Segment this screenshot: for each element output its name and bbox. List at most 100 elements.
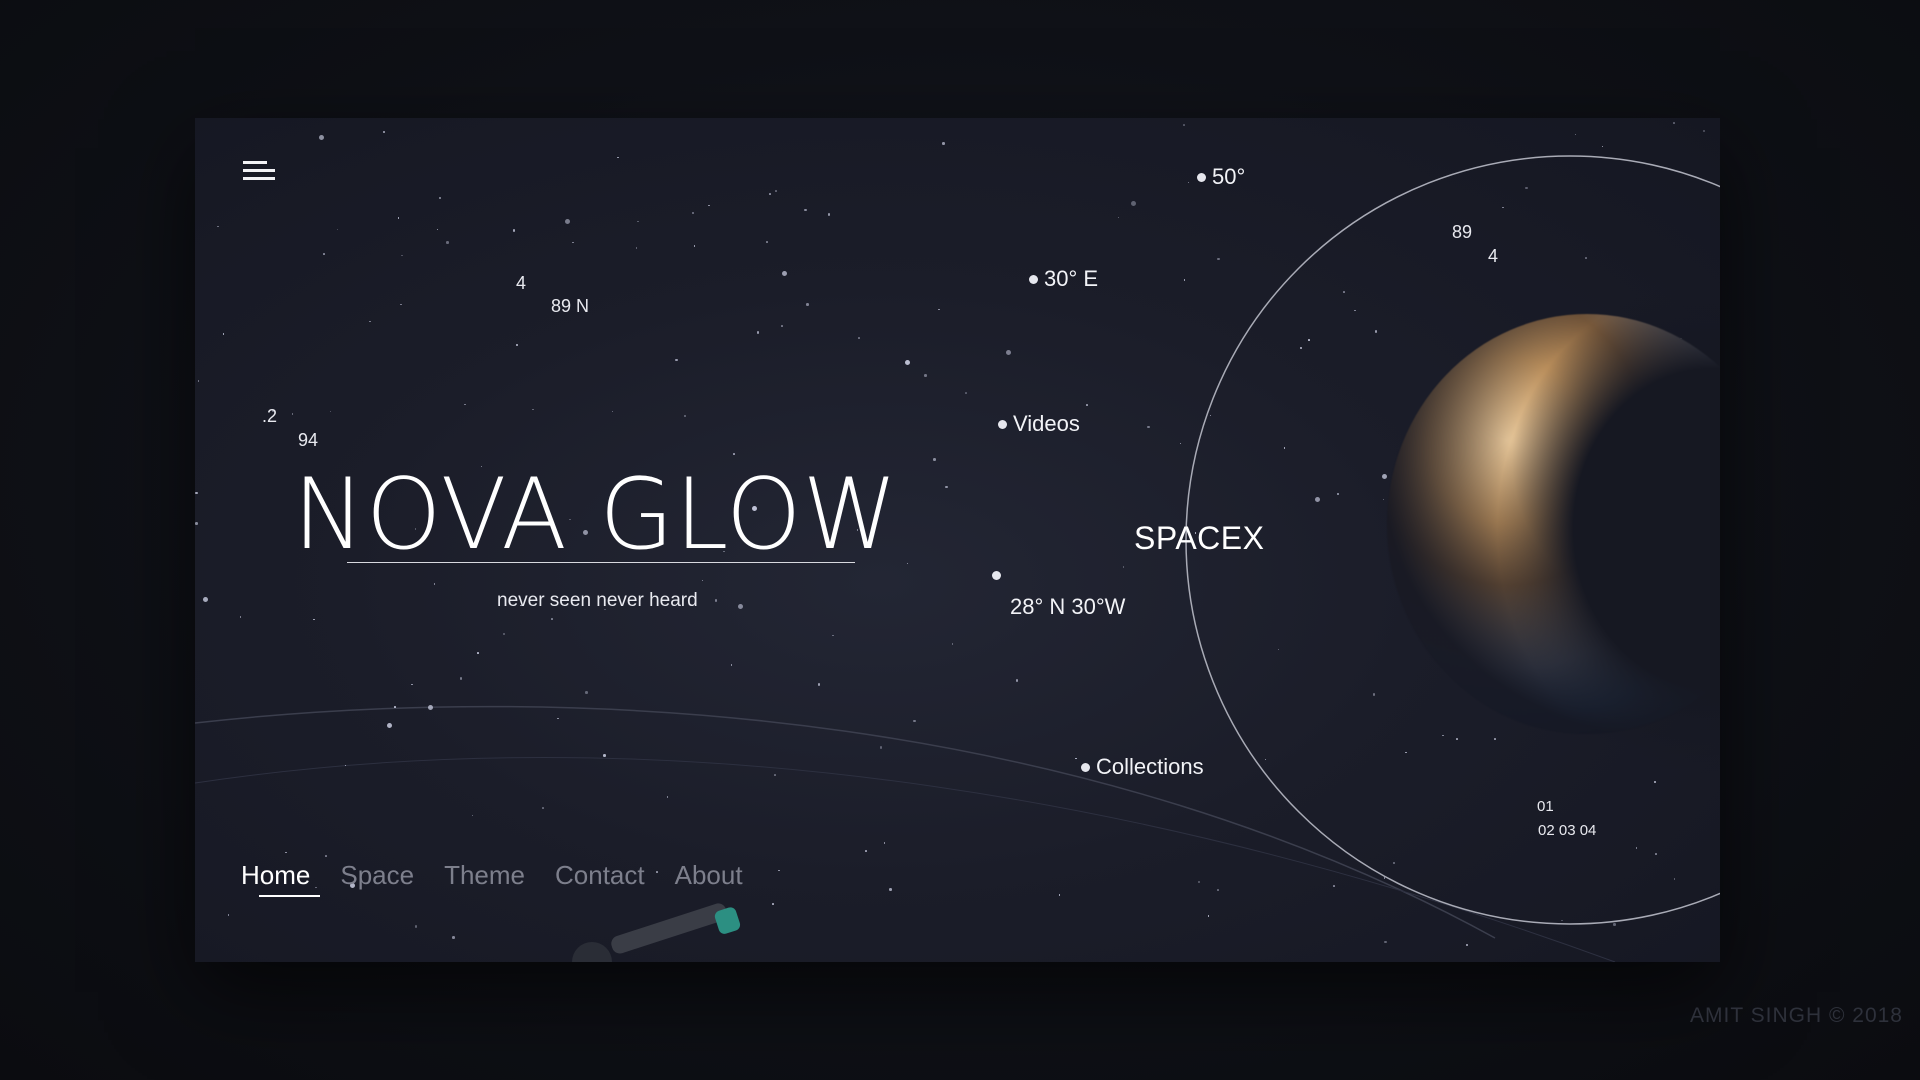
star: [603, 754, 606, 757]
star: [433, 583, 436, 585]
star: [637, 220, 639, 223]
star: [675, 358, 678, 362]
star: [227, 914, 230, 916]
nav-item-space[interactable]: Space: [340, 860, 414, 891]
star: [532, 408, 534, 411]
star: [369, 320, 371, 322]
brand-label[interactable]: SPACEX: [1134, 520, 1264, 557]
star: [585, 691, 588, 694]
star: [313, 618, 315, 620]
star: [387, 722, 393, 728]
hotspot-east[interactable]: 30° E: [1029, 266, 1098, 292]
star: [1494, 738, 1496, 740]
star: [557, 717, 559, 720]
star: [1207, 915, 1210, 917]
star: [806, 303, 809, 306]
coordinate-label: .2: [262, 406, 278, 426]
hotspot-videos[interactable]: Videos: [998, 411, 1080, 437]
star: [617, 156, 619, 159]
coordinate-label: 89: [1452, 222, 1473, 242]
star: [452, 936, 455, 939]
star: [1333, 885, 1335, 887]
star: [775, 190, 777, 192]
pager-current[interactable]: 01: [1537, 798, 1554, 815]
star: [933, 458, 936, 461]
star: [1086, 404, 1088, 406]
star: [551, 618, 553, 620]
star: [542, 807, 544, 809]
star: [769, 193, 771, 195]
star: [1277, 648, 1280, 651]
star: [781, 325, 783, 327]
star: [397, 217, 400, 219]
star: [394, 706, 396, 708]
hero-title: NOVA GLOW: [293, 458, 899, 572]
nav-item-contact[interactable]: Contact: [555, 860, 645, 891]
star: [401, 254, 403, 257]
hotspot-dot-icon: [1081, 762, 1090, 772]
star: [285, 851, 287, 854]
star: [446, 241, 449, 244]
star: [772, 903, 774, 905]
star: [1561, 919, 1563, 921]
star: [1130, 200, 1136, 206]
star: [1005, 349, 1011, 355]
star: [1673, 122, 1675, 124]
star: [730, 664, 733, 666]
hotspot-degrees[interactable]: 50°: [1197, 164, 1245, 190]
star: [239, 616, 242, 618]
hamburger-menu-icon[interactable]: [243, 161, 275, 185]
star: [1374, 330, 1378, 333]
hotspot-dot-icon: [998, 419, 1007, 429]
coordinate-label: 94: [298, 430, 319, 450]
star: [325, 855, 327, 857]
star: [1147, 425, 1150, 429]
star: [774, 774, 776, 776]
star: [733, 453, 735, 455]
star: [879, 746, 883, 749]
hotspot-collections[interactable]: Collections: [1081, 754, 1204, 780]
hotspot-dot-icon: [992, 571, 1001, 580]
coordinate-label: 4: [516, 273, 527, 293]
star: [804, 208, 807, 211]
pager-rest[interactable]: 02 03 04: [1538, 822, 1596, 839]
star: [924, 374, 927, 377]
star: [572, 241, 574, 244]
star: [817, 683, 821, 686]
copyright-text: AMIT SINGH © 2018: [1690, 1004, 1903, 1027]
coordinate-label: 89 N: [551, 296, 590, 316]
hero-underline: [347, 562, 855, 563]
star: [666, 796, 669, 798]
hotspot-position-label: 28° N 30°W: [1010, 594, 1126, 619]
hotspot-position-dot[interactable]: [992, 571, 1007, 580]
star: [1635, 847, 1638, 849]
star: [942, 142, 945, 145]
star: [323, 253, 325, 255]
hero-subtitle: never seen never heard: [497, 590, 698, 611]
star: [1308, 339, 1310, 341]
star: [1283, 447, 1286, 449]
star: [477, 652, 479, 654]
star: [464, 403, 466, 406]
star: [714, 599, 718, 602]
star: [766, 241, 768, 243]
star: [1384, 940, 1387, 944]
star: [832, 634, 834, 637]
star: [1585, 257, 1587, 259]
star: [1183, 124, 1185, 126]
main-nav: Home Space Theme Contact About: [241, 860, 743, 897]
star: [889, 888, 892, 891]
star: [865, 850, 867, 852]
star: [858, 337, 860, 339]
landing-page-card: 4 89 N .2 94 89 4 50° 30° E Videos 28° N…: [195, 118, 1720, 962]
nav-item-theme[interactable]: Theme: [444, 860, 525, 891]
nav-item-about[interactable]: About: [675, 860, 743, 891]
nav-item-home[interactable]: Home: [241, 860, 321, 897]
star: [965, 392, 967, 394]
star: [1613, 923, 1616, 926]
coordinate-label: 4: [1488, 246, 1499, 266]
star: [1655, 853, 1657, 855]
telescope-image: [572, 903, 741, 962]
star: [756, 331, 760, 334]
hotspot-dot-icon: [1029, 274, 1038, 284]
